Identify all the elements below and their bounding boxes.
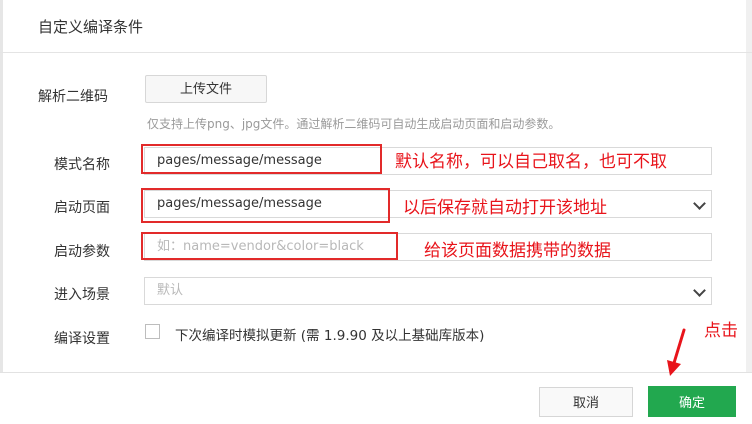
annotation-mode-name-note: 默认名称，可以自己取名，也可不取 (395, 152, 667, 172)
simulate-update-checkbox[interactable] (145, 324, 160, 339)
mode-name-value: pages/message/message (157, 153, 322, 168)
simulate-update-label: 下次编译时模拟更新 (需 1.9.90 及以上基础库版本) (175, 328, 485, 344)
scene-select[interactable]: 默认 (144, 277, 712, 305)
dialog-title: 自定义编译条件 (38, 18, 144, 36)
compile-condition-dialog: 自定义编译条件 解析二维码 上传文件 仅支持上传png、jpg文件。通过解析二维… (0, 0, 752, 424)
mode-name-label: 模式名称 (54, 157, 110, 173)
dialog-left-edge (0, 0, 3, 423)
annotation-start-page-note: 以后保存就自动打开该地址 (403, 198, 607, 218)
start-params-label: 启动参数 (54, 244, 110, 260)
chevron-down-icon (693, 284, 706, 297)
qr-code-label: 解析二维码 (38, 89, 108, 105)
start-page-value: pages/message/message (157, 196, 322, 211)
chevron-down-icon (693, 197, 706, 210)
cancel-button[interactable]: 取消 (539, 387, 633, 417)
dialog-right-edge (746, 0, 752, 423)
confirm-button[interactable]: 确定 (648, 386, 736, 417)
compile-settings-label: 编译设置 (54, 331, 110, 347)
dialog-title-bar: 自定义编译条件 (0, 0, 752, 53)
upload-file-button[interactable]: 上传文件 (145, 75, 267, 103)
upload-hint-text: 仅支持上传png、jpg文件。通过解析二维码可自动生成启动页面和启动参数。 (147, 117, 561, 131)
annotation-start-params-note: 给该页面数据携带的数据 (424, 241, 611, 261)
scene-value: 默认 (157, 283, 184, 298)
annotation-click-note: 点击 (704, 321, 738, 341)
dialog-footer (0, 372, 752, 424)
start-params-placeholder: 如：name=vendor&color=black (157, 239, 364, 254)
scene-label: 进入场景 (54, 287, 110, 303)
start-page-label: 启动页面 (54, 200, 110, 216)
